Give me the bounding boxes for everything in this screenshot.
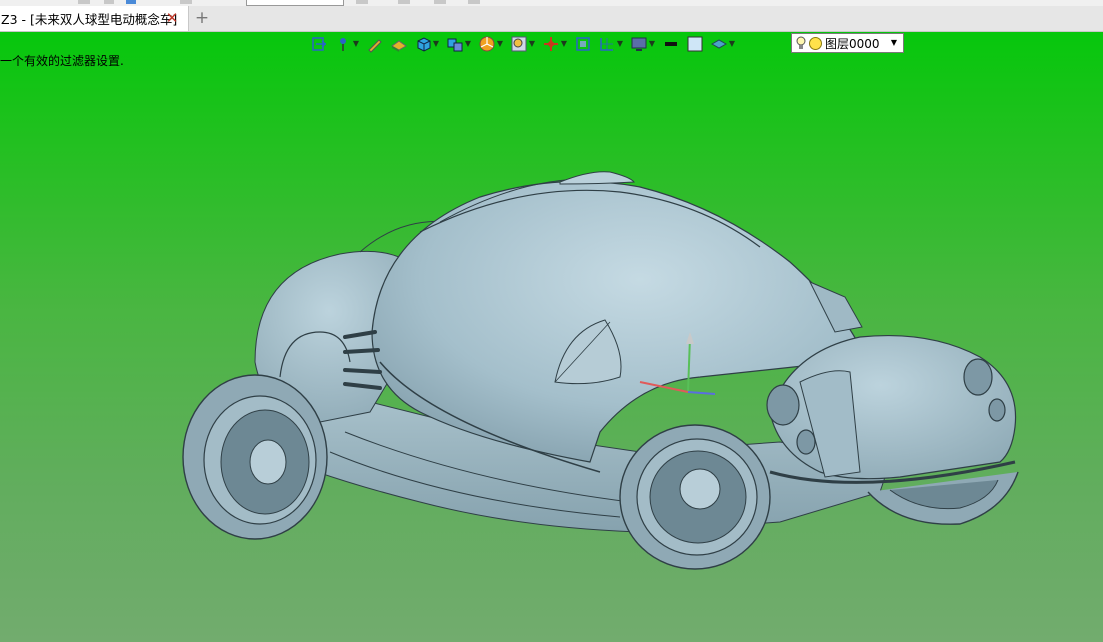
document-tab[interactable]: Z3 - [未来双人球型电动概念车] ✕ <box>0 6 189 31</box>
toolbar-stub[interactable] <box>356 0 368 4</box>
wheel-rear-left <box>182 374 328 540</box>
toolbar-stub[interactable] <box>180 0 192 4</box>
toolbar-stub[interactable] <box>126 0 136 4</box>
toolbar-stub[interactable] <box>398 0 410 4</box>
3d-viewport[interactable]: 一个有效的过滤器设置. ▼ ▼ ▼ ▼ ▼ ▼ ▼ ▼ ▼ 图层0000 ▼ <box>0 32 1103 642</box>
add-tab-icon[interactable]: + <box>193 9 211 27</box>
toolbar-stub[interactable] <box>104 0 114 4</box>
concept-car-model[interactable] <box>0 32 1103 642</box>
wheel-front-left <box>619 424 771 570</box>
toolbar-stub[interactable] <box>468 0 480 4</box>
close-icon[interactable]: ✕ <box>164 9 180 27</box>
tab-title: Z3 - [未来双人球型电动概念车] <box>1 12 178 27</box>
toolbar-stub[interactable] <box>434 0 446 4</box>
document-tab-bar: Z3 - [未来双人球型电动概念车] ✕ + <box>0 6 1103 32</box>
toolbar-stub[interactable] <box>78 0 90 4</box>
